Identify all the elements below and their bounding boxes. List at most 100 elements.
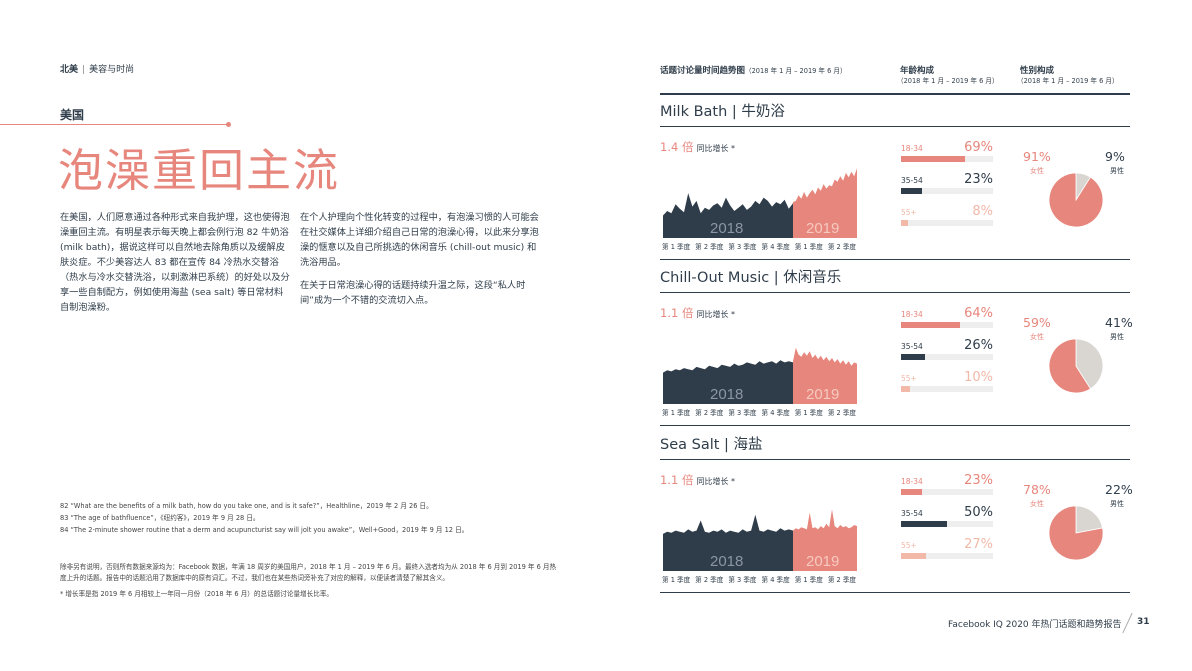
footnote: 83 “The age of bathfluence”，《纽约客》，2019 年… (60, 514, 260, 522)
data-disclaimer: 除非另有说明，否则所有数据来源均为：Facebook 数据，年满 18 周岁的美… (60, 563, 557, 582)
breadcrumb-separator: | (82, 65, 86, 75)
female-percent: 59% (1023, 315, 1051, 330)
age-group-label: 55+ (901, 541, 917, 550)
year-label-2018: 2018 (710, 553, 743, 570)
growth-value: 1.4 倍 (660, 140, 694, 154)
year-label-2019: 2019 (806, 220, 839, 237)
age-bar-fill (901, 322, 960, 328)
gender-column-range: （2018 年 1 月 – 2019 年 6 月） (1017, 77, 1119, 85)
age-group-label: 18-34 (901, 477, 923, 486)
male-percent: 41% (1105, 315, 1133, 330)
age-bar-fill (901, 188, 923, 194)
quarter-label: 第 2 季度 (827, 243, 857, 251)
age-percent: 27% (964, 537, 993, 552)
footer-divider (1122, 612, 1133, 634)
year-label-2019: 2019 (806, 553, 839, 570)
quarter-label: 第 1 季度 (662, 243, 691, 251)
female-percent: 91% (1023, 149, 1051, 164)
section-rule (660, 259, 1130, 260)
growth-label: 同比增长 * (696, 144, 735, 153)
quarter-label: 第 4 季度 (761, 576, 790, 584)
trend-title: 话题讨论量时间趋势图 (660, 66, 746, 76)
growth-label: 同比增长 * (696, 477, 735, 486)
growth-value: 1.1 倍 (660, 473, 694, 487)
female-label: 女性 (1030, 500, 1044, 508)
section-rule (660, 126, 1130, 127)
age-percent: 23% (964, 473, 993, 488)
age-percent: 50% (964, 505, 993, 520)
gender-pie-chart (1048, 505, 1104, 561)
year-label-2018: 2018 (710, 220, 743, 237)
growth-footnote: * 增长率是指 2019 年 6 月相较上一年同一月份（2018 年 6 月）的… (60, 590, 334, 598)
report-title: Facebook IQ 2020 年热门话题和趋势报告 (948, 620, 1122, 630)
female-label: 女性 (1030, 167, 1044, 175)
male-label: 男性 (1110, 333, 1124, 341)
section-title: Milk Bath | 牛奶浴 (660, 104, 785, 120)
quarter-label: 第 4 季度 (761, 243, 790, 251)
age-group-label: 18-34 (901, 310, 923, 319)
body-column-2: 在个人护理向个性化转变的过程中，有泡澡习惯的人可能会在社交媒体上详细介绍自己日常… (300, 210, 540, 316)
quarter-label: 第 1 季度 (794, 576, 823, 584)
male-percent: 9% (1105, 149, 1125, 164)
body-paragraph: 在美国，人们愿意通过各种形式来自我护理，这也使得泡澡重回主流。有明星表示每天晚上… (60, 212, 290, 313)
trend-area-chart: 2018 2019 (663, 347, 857, 404)
quarter-label: 第 4 季度 (761, 409, 790, 417)
section-rule (660, 459, 1130, 460)
age-group-label: 35-54 (901, 176, 923, 185)
quarter-label: 第 2 季度 (827, 409, 857, 417)
quarter-label: 第 1 季度 (794, 409, 823, 417)
age-bar-fill (901, 553, 926, 559)
age-group-label: 35-54 (901, 509, 923, 518)
topic-label: 美容与时尚 (89, 65, 135, 75)
trend-column-header: 话题讨论量时间趋势图（2018 年 1 月 – 2019 年 6 月） (660, 64, 847, 76)
trend-area-chart: 2018 2019 (663, 168, 857, 238)
age-bar-fill (901, 489, 923, 495)
growth-stat: 1.1 倍同比增长 * (660, 305, 735, 321)
gender-pie-chart (1048, 172, 1104, 228)
age-percent: 64% (964, 306, 993, 321)
age-bar-fill (901, 220, 909, 226)
growth-label: 同比增长 * (696, 310, 735, 319)
page-title: 泡澡重回主流 (58, 144, 341, 197)
quarter-label: 第 1 季度 (662, 409, 691, 417)
growth-stat: 1.4 倍同比增长 * (660, 139, 735, 155)
header-rule (660, 93, 1130, 95)
year-label-2018: 2018 (710, 386, 743, 403)
age-percent: 10% (964, 370, 993, 385)
age-percent: 23% (964, 172, 993, 187)
section-rule (660, 592, 1130, 593)
title-rule-dot (226, 122, 231, 127)
footnote: 84 “The 2-minute shower routine that a d… (60, 526, 469, 534)
male-label: 男性 (1110, 167, 1124, 175)
age-bar-fill (901, 354, 925, 360)
female-label: 女性 (1030, 333, 1044, 341)
quarter-axis: 第 1 季度第 2 季度第 3 季度第 4 季度第 1 季度第 2 季度 (662, 407, 861, 417)
breadcrumb: 北美 | 美容与时尚 (60, 62, 134, 75)
quarter-axis: 第 1 季度第 2 季度第 3 季度第 4 季度第 1 季度第 2 季度 (662, 574, 861, 584)
quarter-label: 第 2 季度 (827, 576, 857, 584)
age-percent: 26% (964, 338, 993, 353)
footnote: 82 “What are the benefits of a milk bath… (60, 502, 433, 510)
age-bar-track (901, 386, 993, 392)
growth-value: 1.1 倍 (660, 306, 694, 320)
trend-area-chart: 2018 2019 (663, 509, 857, 571)
age-percent: 69% (964, 140, 993, 155)
age-bar-track (901, 220, 993, 226)
quarter-axis: 第 1 季度第 2 季度第 3 季度第 4 季度第 1 季度第 2 季度 (662, 241, 861, 251)
body-paragraph: 在关于日常泡澡心得的话题持续升温之际，这段“私人时间”成为一个不错的交流切入点。 (300, 280, 526, 306)
quarter-label: 第 2 季度 (695, 409, 724, 417)
quarter-label: 第 1 季度 (794, 243, 823, 251)
age-group-label: 55+ (901, 208, 917, 217)
age-column-range: （2018 年 1 月 – 2019 年 6 月） (897, 77, 999, 85)
age-bar-fill (901, 156, 965, 162)
age-bar-fill (901, 521, 947, 527)
female-percent: 78% (1023, 482, 1051, 497)
quarter-label: 第 2 季度 (695, 576, 724, 584)
section-rule (660, 292, 1130, 293)
quarter-label: 第 1 季度 (662, 576, 691, 584)
pie-slice-female (1048, 172, 1104, 228)
age-group-label: 55+ (901, 374, 917, 383)
footnotes: 82 “What are the benefits of a milk bath… (60, 500, 468, 536)
gender-pie-chart (1048, 338, 1104, 394)
year-label-2019: 2019 (806, 386, 839, 403)
